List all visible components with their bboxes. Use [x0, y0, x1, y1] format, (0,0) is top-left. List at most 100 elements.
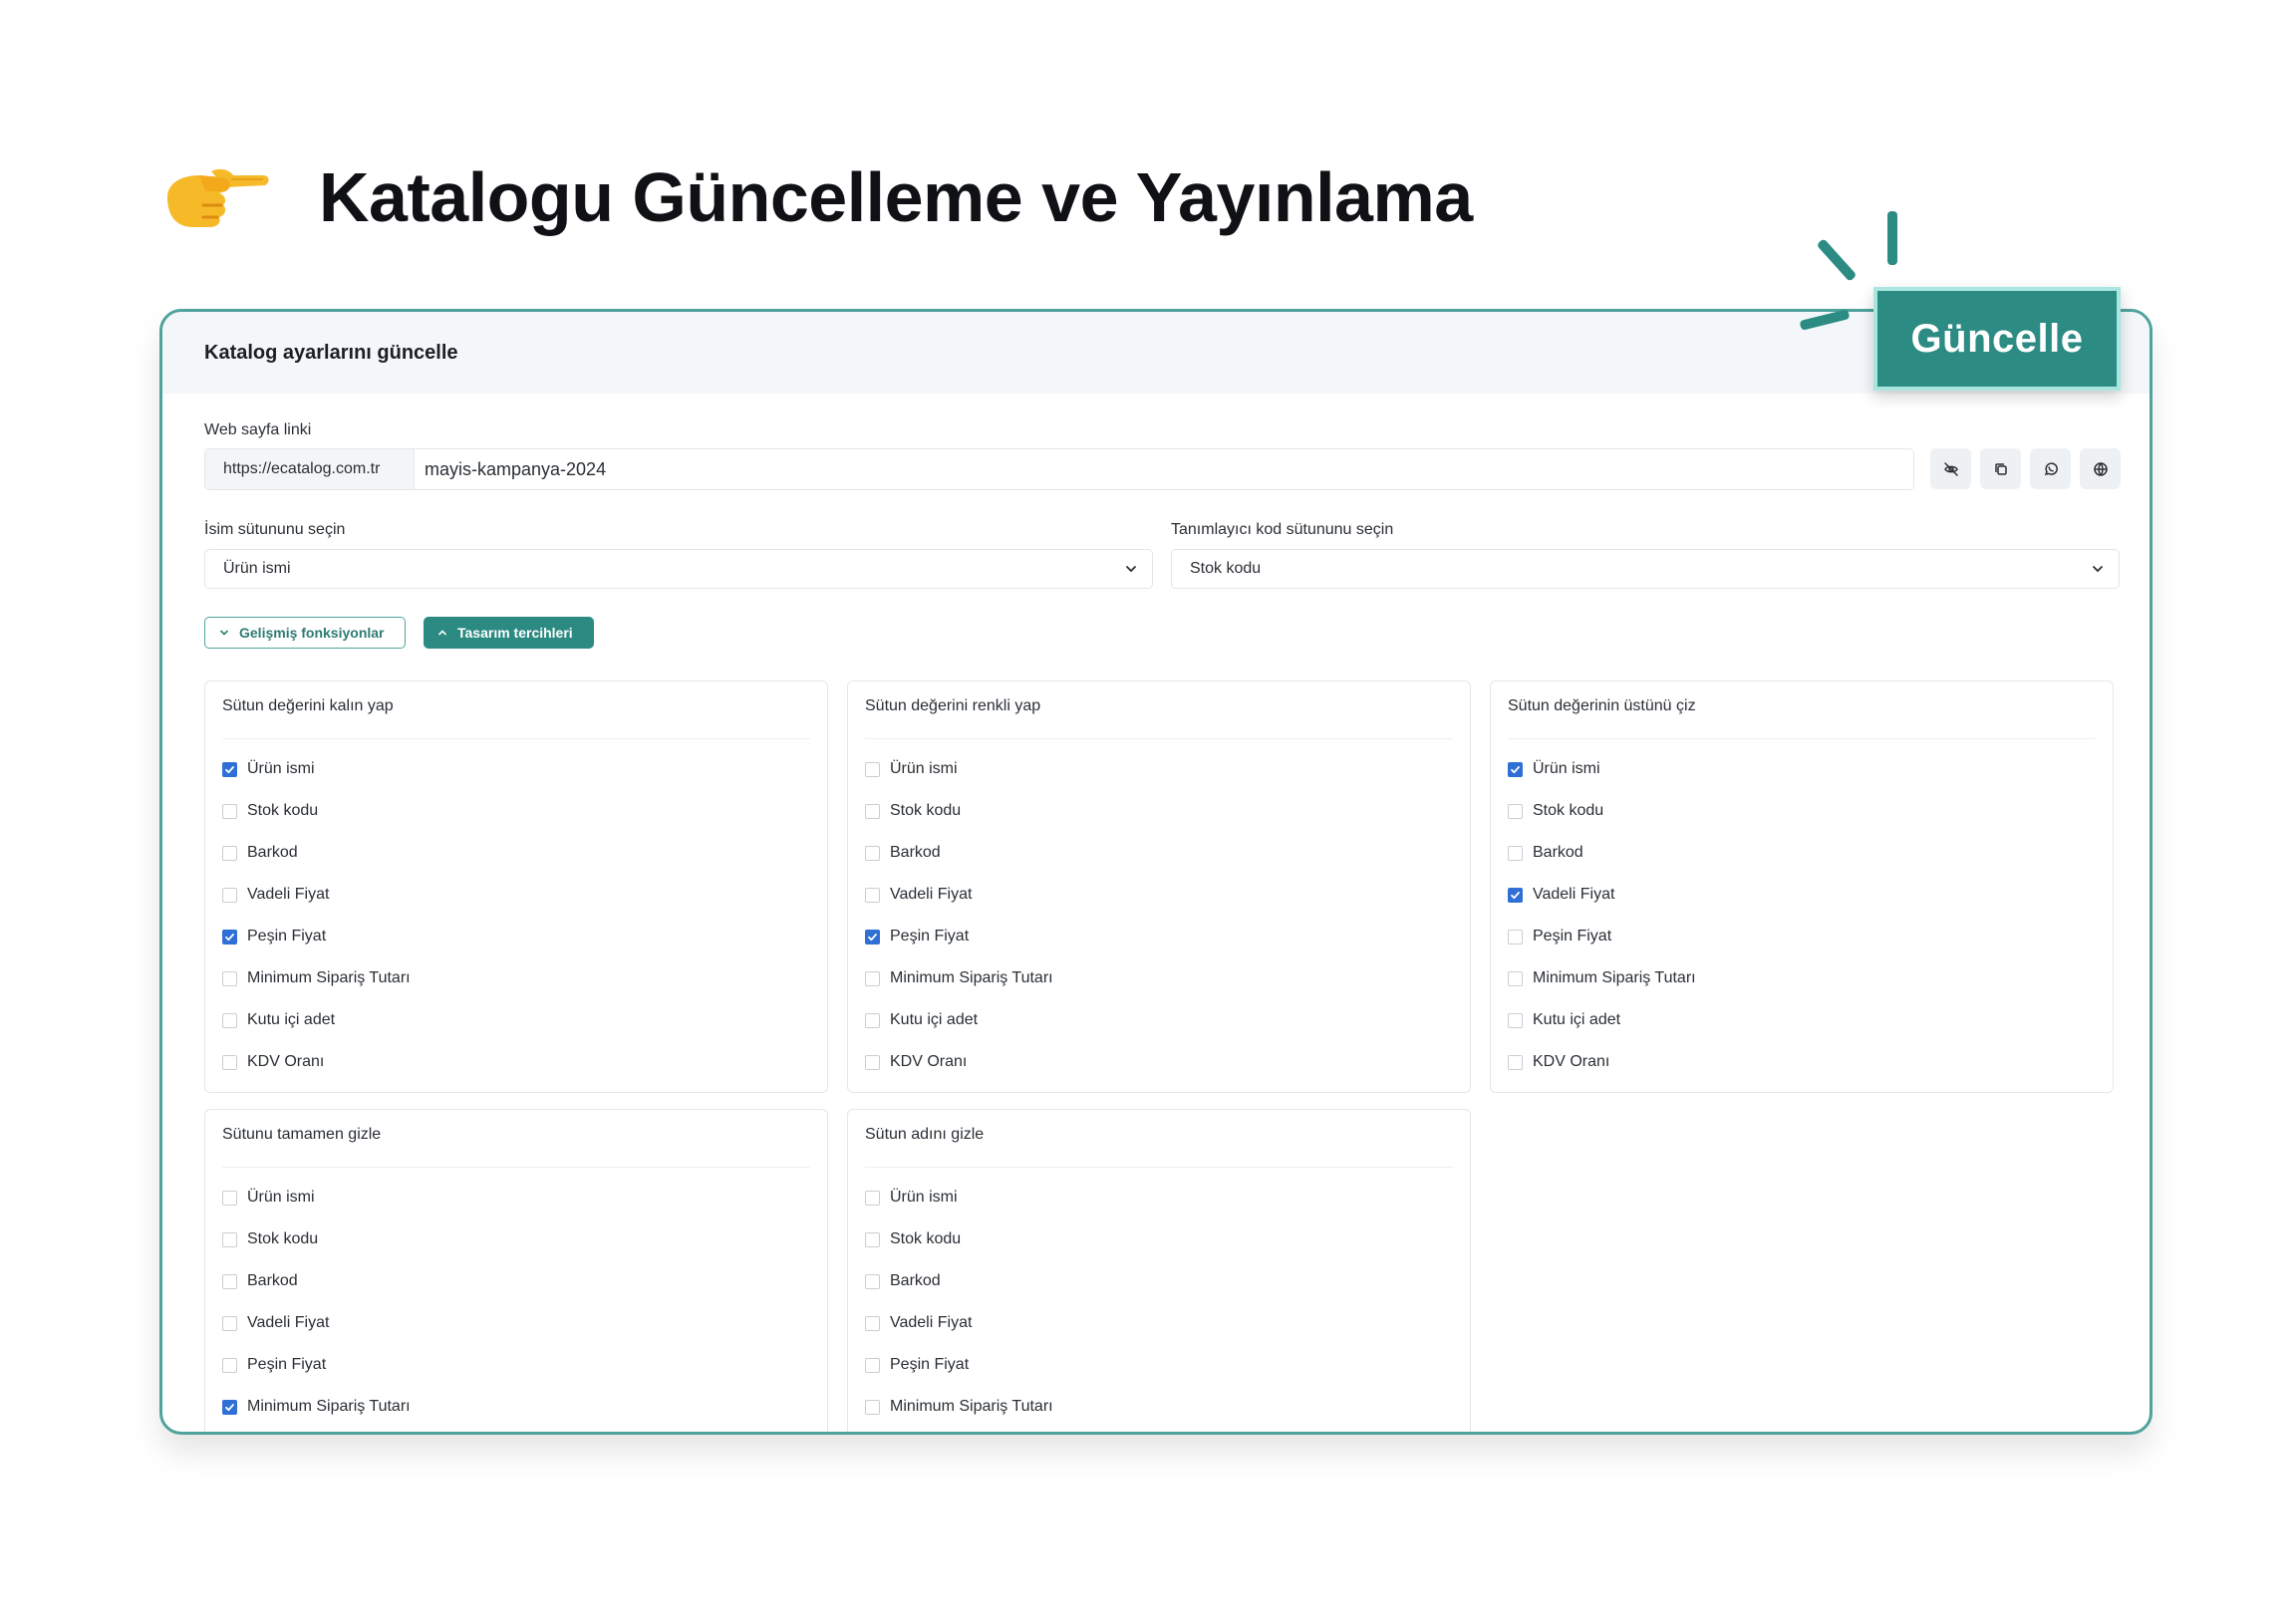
checkbox-option[interactable]: Stok kodu [865, 799, 961, 823]
checkbox-option[interactable]: Vadeli Fiyat [865, 883, 972, 907]
checkbox-unchecked[interactable] [222, 887, 237, 903]
checkbox-checked[interactable] [222, 929, 237, 945]
checkbox-unchecked[interactable] [1508, 1054, 1523, 1070]
checkbox-option[interactable]: KDV Oranı [1508, 1050, 1609, 1074]
checkmark-icon [1511, 891, 1520, 899]
checkbox-option[interactable]: Peşin Fiyat [222, 1353, 326, 1377]
checkbox-unchecked[interactable] [222, 1012, 237, 1028]
checkbox-unchecked[interactable] [865, 803, 880, 819]
checkbox-option[interactable]: Ürün ismi [865, 1186, 958, 1210]
checkbox-unchecked[interactable] [1508, 970, 1523, 986]
checkbox-option[interactable]: Vadeli Fiyat [222, 1311, 329, 1335]
copy-link-button[interactable] [1980, 448, 2021, 489]
checkbox-option[interactable]: Vadeli Fiyat [1508, 883, 1614, 907]
checkbox-unchecked[interactable] [1508, 845, 1523, 861]
checkbox-option[interactable]: Stok kodu [222, 1227, 318, 1251]
checkbox-unchecked[interactable] [1508, 803, 1523, 819]
checkbox-option[interactable]: Barkod [865, 841, 941, 865]
checkbox-option[interactable]: Minimum Sipariş Tutarı [222, 966, 411, 990]
url-slug-input[interactable] [415, 449, 1913, 489]
checkbox-option[interactable]: Ürün ismi [1508, 757, 1600, 781]
checkbox-label: Kutu içi adet [890, 1011, 979, 1028]
whatsapp-share-button[interactable] [2030, 448, 2071, 489]
checkbox-option[interactable]: Stok kodu [222, 799, 318, 823]
design-preferences-label: Tasarım tercihleri [457, 625, 573, 641]
highlight-spark [1887, 211, 1897, 265]
checkbox-checked[interactable] [222, 761, 237, 777]
checkbox-checked[interactable] [1508, 761, 1523, 777]
checkbox-option[interactable]: KDV Oranı [865, 1050, 967, 1074]
checkbox-option[interactable]: Minimum Sipariş Tutarı [1508, 966, 1696, 990]
advanced-functions-label: Gelişmiş fonksiyonlar [239, 625, 385, 641]
checkbox-unchecked[interactable] [222, 1190, 237, 1206]
checkbox-option[interactable]: Peşin Fiyat [1508, 925, 1611, 948]
checkbox-unchecked[interactable] [222, 1357, 237, 1373]
checkbox-option[interactable]: Ürün ismi [222, 1186, 315, 1210]
checkbox-unchecked[interactable] [865, 1357, 880, 1373]
checkbox-option[interactable]: Minimum Sipariş Tutarı [865, 1395, 1053, 1419]
checkbox-checked[interactable] [1508, 887, 1523, 903]
checkbox-option[interactable]: Kutu içi adet [222, 1008, 335, 1032]
name-column-select[interactable]: Ürün ismi [204, 549, 1153, 589]
checkbox-option[interactable]: Kutu içi adet [865, 1008, 978, 1032]
checkbox-unchecked[interactable] [865, 887, 880, 903]
checkbox-option[interactable]: Ürün ismi [865, 757, 958, 781]
checkbox-label: Ürün ismi [247, 760, 315, 777]
checkbox-label: Barkod [1533, 844, 1583, 861]
checkbox-checked[interactable] [222, 1399, 237, 1415]
checkbox-option[interactable]: Vadeli Fiyat [222, 883, 329, 907]
checkbox-option[interactable]: Ürün ismi [222, 757, 315, 781]
checkbox-label: Peşin Fiyat [247, 1356, 327, 1373]
checkbox-option[interactable]: Stok kodu [865, 1227, 961, 1251]
advanced-functions-button[interactable]: Gelişmiş fonksiyonlar [204, 617, 406, 649]
checkbox-option[interactable]: Barkod [222, 841, 298, 865]
checkbox-option[interactable]: Barkod [1508, 841, 1583, 865]
checkbox-unchecked[interactable] [865, 1399, 880, 1415]
checkbox-unchecked[interactable] [1508, 1012, 1523, 1028]
checkbox-option[interactable]: Kutu içi adet [1508, 1008, 1620, 1032]
checkbox-unchecked[interactable] [865, 761, 880, 777]
open-web-button[interactable] [2080, 448, 2121, 489]
checkbox-option[interactable]: Minimum Sipariş Tutarı [222, 1395, 411, 1419]
checkbox-unchecked[interactable] [865, 1273, 880, 1289]
checkbox-option[interactable]: Peşin Fiyat [865, 1353, 969, 1377]
checkbox-option[interactable]: Stok kodu [1508, 799, 1603, 823]
card-title: Sütunu tamamen gizle [222, 1126, 382, 1143]
checkbox-unchecked[interactable] [222, 1273, 237, 1289]
checkbox-label: Stok kodu [1533, 802, 1604, 819]
visibility-toggle-button[interactable] [1930, 448, 1971, 489]
design-preferences-button[interactable]: Tasarım tercihleri [424, 617, 594, 649]
code-column-value: Stok kodu [1190, 560, 1262, 577]
checkbox-unchecked[interactable] [1508, 929, 1523, 945]
checkbox-unchecked[interactable] [865, 1190, 880, 1206]
checkbox-unchecked[interactable] [865, 1315, 880, 1331]
checkbox-option[interactable]: Peşin Fiyat [222, 925, 326, 948]
checkbox-label: Ürün ismi [890, 760, 958, 777]
update-button[interactable]: Güncelle [1873, 287, 2121, 391]
checkbox-unchecked[interactable] [865, 845, 880, 861]
checkbox-option[interactable]: Barkod [222, 1269, 298, 1293]
checkbox-unchecked[interactable] [865, 1012, 880, 1028]
option-card: Sütun adını gizle Ürün ismi Stok kodu Barko… [847, 1109, 1471, 1432]
checkbox-unchecked[interactable] [865, 1231, 880, 1247]
checkbox-unchecked[interactable] [222, 1054, 237, 1070]
code-column-select[interactable]: Stok kodu [1171, 549, 2120, 589]
checkbox-unchecked[interactable] [222, 1315, 237, 1331]
checkbox-unchecked[interactable] [222, 970, 237, 986]
checkbox-unchecked[interactable] [222, 1231, 237, 1247]
checkbox-unchecked[interactable] [222, 845, 237, 861]
checkbox-option[interactable]: Vadeli Fiyat [865, 1311, 972, 1335]
checkbox-option[interactable]: Peşin Fiyat [865, 925, 969, 948]
checkbox-label: Kutu içi adet [1533, 1011, 1621, 1028]
checkbox-unchecked[interactable] [865, 1054, 880, 1070]
checkbox-option[interactable]: KDV Oranı [222, 1050, 324, 1074]
url-prefix: https://ecatalog.com.tr [205, 449, 415, 489]
checkbox-option[interactable]: Minimum Sipariş Tutarı [865, 966, 1053, 990]
checkbox-label: Stok kodu [247, 802, 319, 819]
checkbox-label: Barkod [247, 844, 298, 861]
checkbox-unchecked[interactable] [222, 803, 237, 819]
checkbox-option[interactable]: Barkod [865, 1269, 941, 1293]
chevron-up-icon [438, 630, 446, 636]
checkbox-checked[interactable] [865, 929, 880, 945]
checkbox-unchecked[interactable] [865, 970, 880, 986]
